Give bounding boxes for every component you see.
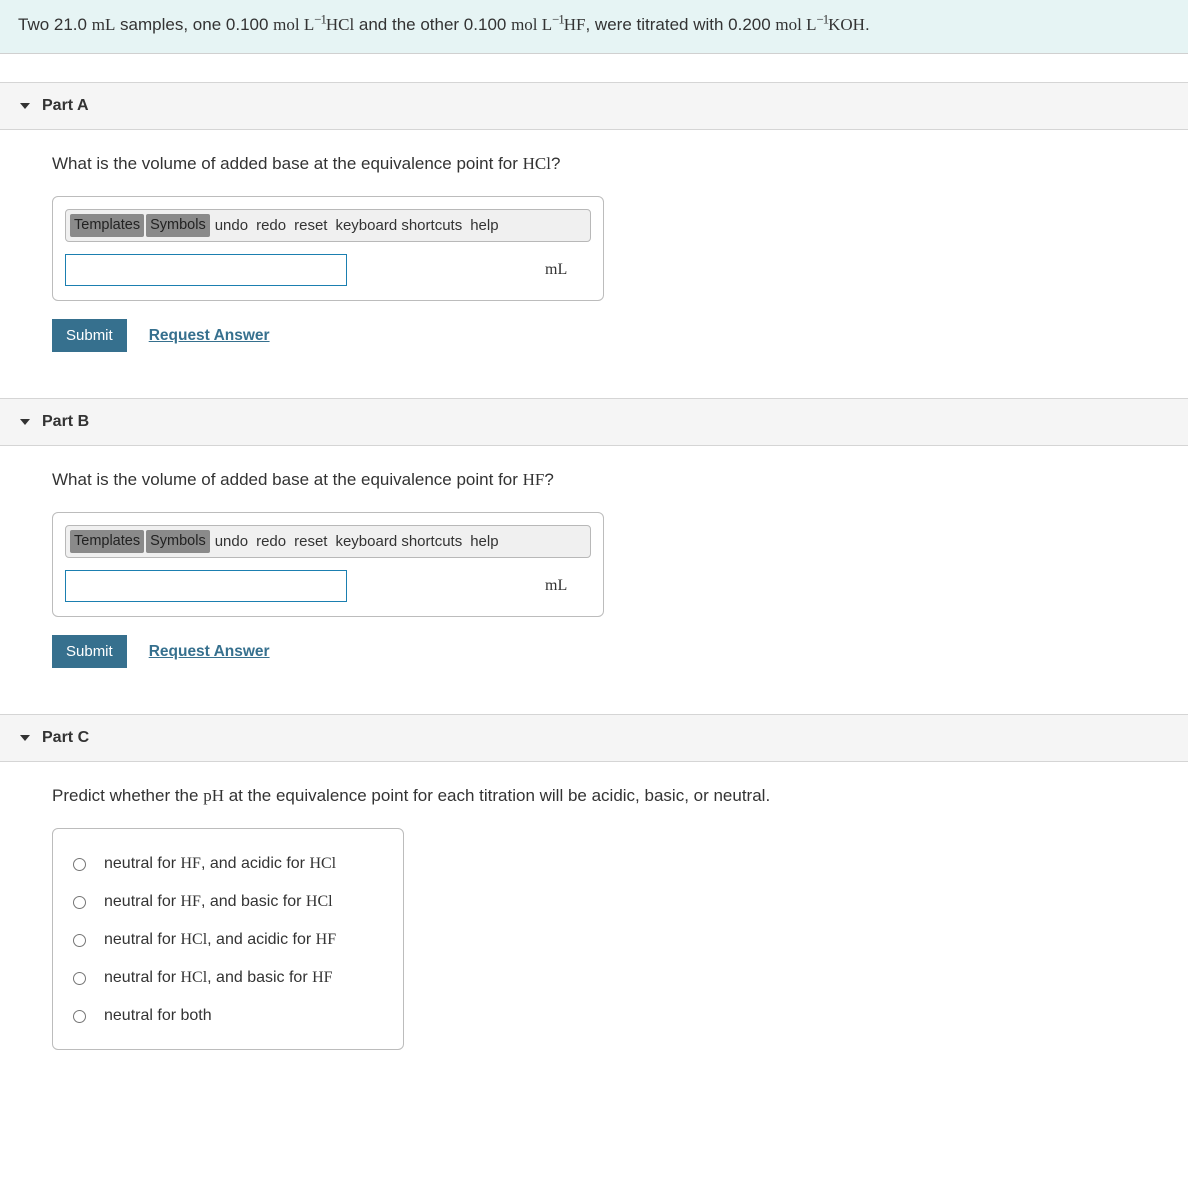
keyboard-shortcuts-button[interactable]: keyboard shortcuts — [332, 531, 465, 552]
part-title: Part A — [42, 97, 89, 115]
answer-input[interactable] — [65, 254, 347, 286]
caret-down-icon[interactable] — [20, 735, 30, 741]
intro-text: and the other 0.100 — [354, 15, 511, 34]
undo-button[interactable]: undo — [212, 531, 251, 552]
part-b-header[interactable]: Part B — [0, 398, 1188, 446]
part-c-body: Predict whether the pH at the equivalenc… — [0, 762, 1188, 1068]
radio-input[interactable] — [73, 972, 86, 985]
input-row: mL — [53, 564, 603, 616]
part-c-header[interactable]: Part C — [0, 714, 1188, 762]
request-answer-link[interactable]: Request Answer — [149, 327, 270, 345]
help-button[interactable]: help — [467, 531, 501, 552]
action-row: Submit Request Answer — [52, 635, 1170, 668]
unit-molL: mol L−1 — [511, 15, 564, 34]
radio-option-1[interactable]: neutral for HF, and acidic for HCl — [69, 845, 387, 883]
intro-text: samples, one 0.100 — [115, 15, 273, 34]
radio-option-4[interactable]: neutral for HCl, and basic for HF — [69, 959, 387, 997]
chem-koh: KOH — [828, 15, 865, 34]
templates-button[interactable]: Templates — [70, 214, 144, 237]
radio-input[interactable] — [73, 1010, 86, 1023]
intro-text: , were titrated with 0.200 — [585, 15, 775, 34]
reset-button[interactable]: reset — [291, 215, 330, 236]
request-answer-link[interactable]: Request Answer — [149, 643, 270, 661]
chem-hcl: HCl — [326, 15, 354, 34]
equation-toolbar: Templates Symbols undo redo reset keyboa… — [65, 525, 591, 558]
undo-button[interactable]: undo — [212, 215, 251, 236]
problem-intro: Two 21.0 mL samples, one 0.100 mol L−1HC… — [0, 0, 1188, 54]
caret-down-icon[interactable] — [20, 103, 30, 109]
reset-button[interactable]: reset — [291, 531, 330, 552]
part-b-question: What is the volume of added base at the … — [52, 470, 1170, 490]
part-b-body: What is the volume of added base at the … — [0, 446, 1188, 686]
intro-text: . — [865, 15, 870, 34]
action-row: Submit Request Answer — [52, 319, 1170, 352]
radio-option-3[interactable]: neutral for HCl, and acidic for HF — [69, 921, 387, 959]
chem-hf: HF — [564, 15, 586, 34]
input-row: mL — [53, 248, 603, 300]
part-title: Part B — [42, 413, 89, 431]
unit-label: mL — [545, 261, 567, 279]
templates-button[interactable]: Templates — [70, 530, 144, 553]
part-a-question: What is the volume of added base at the … — [52, 154, 1170, 174]
option-label: neutral for HCl, and basic for HF — [104, 969, 333, 987]
redo-button[interactable]: redo — [253, 215, 289, 236]
option-label: neutral for HCl, and acidic for HF — [104, 931, 336, 949]
unit-ml: mL — [92, 15, 116, 34]
unit-molL: mol L−1 — [273, 15, 326, 34]
option-label: neutral for both — [104, 1007, 212, 1025]
radio-input[interactable] — [73, 896, 86, 909]
radio-input[interactable] — [73, 934, 86, 947]
unit-molL: mol L−1 — [775, 15, 828, 34]
answer-box: Templates Symbols undo redo reset keyboa… — [52, 196, 604, 301]
keyboard-shortcuts-button[interactable]: keyboard shortcuts — [332, 215, 465, 236]
help-button[interactable]: help — [467, 215, 501, 236]
redo-button[interactable]: redo — [253, 531, 289, 552]
answer-box: Templates Symbols undo redo reset keyboa… — [52, 512, 604, 617]
caret-down-icon[interactable] — [20, 419, 30, 425]
equation-toolbar: Templates Symbols undo redo reset keyboa… — [65, 209, 591, 242]
unit-label: mL — [545, 577, 567, 595]
radio-input[interactable] — [73, 858, 86, 871]
submit-button[interactable]: Submit — [52, 635, 127, 668]
radio-option-5[interactable]: neutral for both — [69, 997, 387, 1035]
symbols-button[interactable]: Symbols — [146, 530, 210, 553]
submit-button[interactable]: Submit — [52, 319, 127, 352]
intro-text: Two 21.0 — [18, 15, 92, 34]
part-c-question: Predict whether the pH at the equivalenc… — [52, 786, 1170, 806]
part-a-body: What is the volume of added base at the … — [0, 130, 1188, 370]
radio-option-2[interactable]: neutral for HF, and basic for HCl — [69, 883, 387, 921]
radio-options: neutral for HF, and acidic for HCl neutr… — [52, 828, 404, 1050]
option-label: neutral for HF, and acidic for HCl — [104, 855, 336, 873]
part-a-header[interactable]: Part A — [0, 82, 1188, 130]
part-title: Part C — [42, 729, 89, 747]
symbols-button[interactable]: Symbols — [146, 214, 210, 237]
answer-input[interactable] — [65, 570, 347, 602]
option-label: neutral for HF, and basic for HCl — [104, 893, 333, 911]
